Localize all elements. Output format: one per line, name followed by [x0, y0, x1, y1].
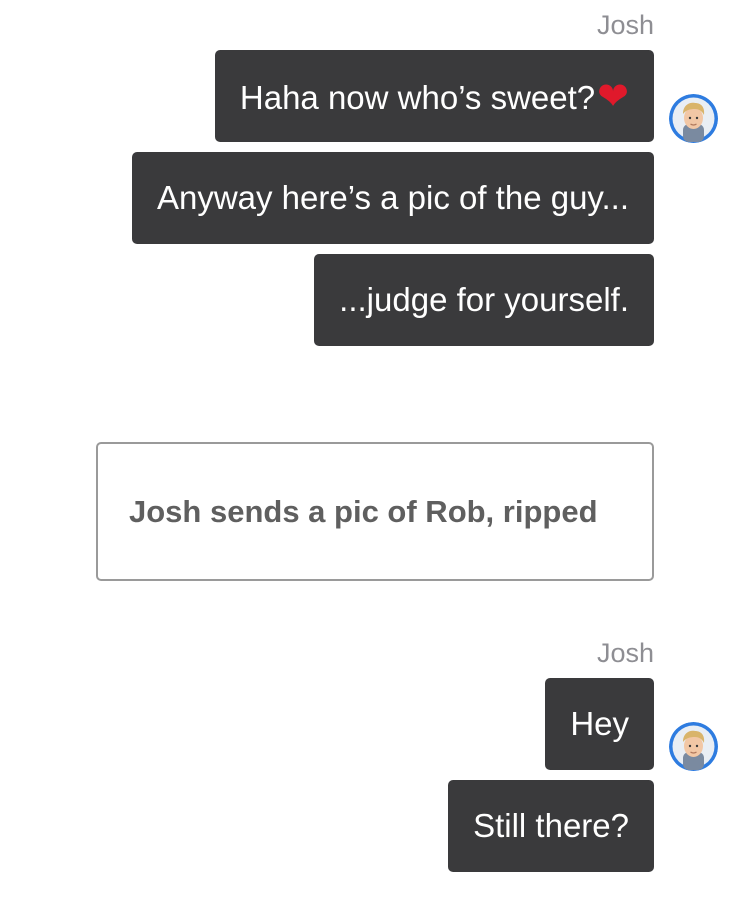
- message-text: ...judge for yourself.: [339, 281, 629, 318]
- narration-text: Josh sends a pic of Rob, ripped: [129, 494, 598, 529]
- heart-emoji-icon: ❤: [597, 74, 629, 118]
- narration-box: Josh sends a pic of Rob, ripped: [96, 442, 654, 581]
- sender-name: Josh: [596, 638, 654, 668]
- message-bubble[interactable]: Anyway here’s a pic of the guy...: [131, 152, 654, 244]
- josh-avatar-icon: [669, 722, 718, 771]
- avatar[interactable]: [669, 722, 718, 771]
- message-bubble[interactable]: ...judge for yourself.: [314, 254, 654, 346]
- josh-avatar-icon: [669, 94, 718, 143]
- message-bubble[interactable]: Still there?: [448, 780, 654, 872]
- message-bubble[interactable]: Haha now who’s sweet?❤: [214, 50, 654, 142]
- message-text: Anyway here’s a pic of the guy...: [156, 179, 629, 216]
- sender-name: Josh: [596, 10, 654, 40]
- message-text: Haha now who’s sweet?: [239, 79, 596, 116]
- avatar[interactable]: [669, 94, 718, 143]
- message-bubble[interactable]: Hey: [545, 678, 654, 770]
- message-text: Hey: [570, 705, 629, 742]
- message-text: Still there?: [473, 807, 629, 844]
